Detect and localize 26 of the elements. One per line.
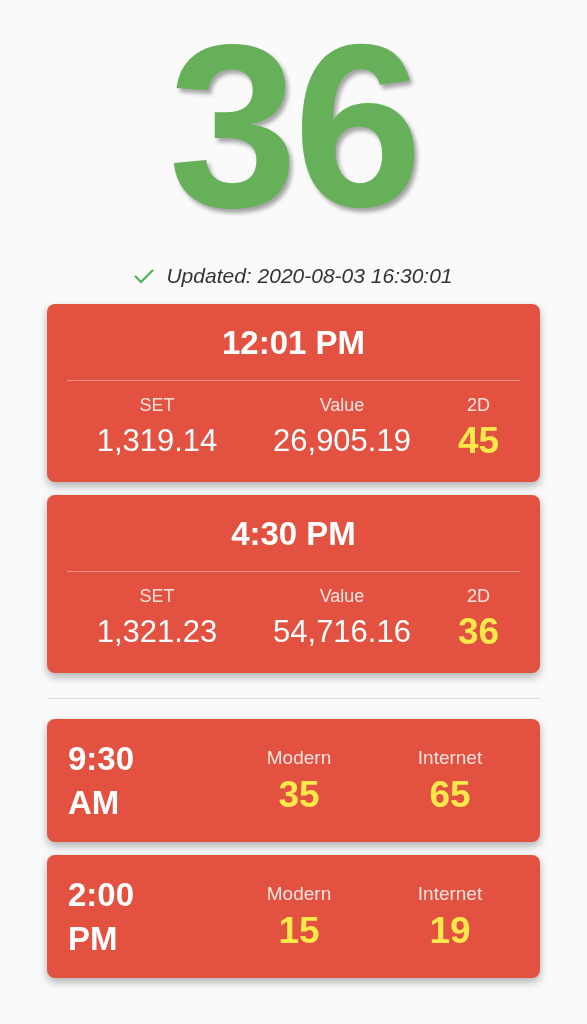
set-value: 1,319.14	[96, 422, 218, 460]
value-label: Value	[319, 395, 365, 417]
value-amount: 26,905.19	[273, 422, 411, 460]
updated-timestamp: Updated: 2020-08-03 16:30:01	[166, 264, 453, 288]
modern-label: Modern	[266, 746, 332, 770]
twod-label: 2D	[467, 586, 490, 608]
session-time: 4:30 PM	[230, 514, 357, 554]
result-number: 36	[168, 10, 419, 234]
twod-number: 45	[457, 421, 500, 461]
value-amount: 54,716.16	[273, 613, 411, 651]
set-label: SET	[139, 586, 175, 608]
modern-label: Modern	[266, 882, 332, 906]
twod-label: 2D	[467, 395, 490, 417]
session-time: 2:00 PM	[68, 874, 136, 959]
set-label: SET	[139, 395, 175, 417]
internet-number: 65	[429, 774, 471, 815]
session-time: 9:30 AM	[68, 738, 136, 823]
set-value: 1,321.23	[96, 613, 218, 651]
twod-number: 36	[457, 612, 500, 652]
modern-number: 15	[278, 910, 320, 951]
internet-label: Internet	[417, 882, 483, 906]
internet-number: 19	[429, 910, 471, 951]
value-label: Value	[319, 586, 365, 608]
session-time: 12:01 PM	[220, 323, 367, 363]
internet-label: Internet	[417, 746, 483, 770]
modern-number: 35	[278, 774, 320, 815]
